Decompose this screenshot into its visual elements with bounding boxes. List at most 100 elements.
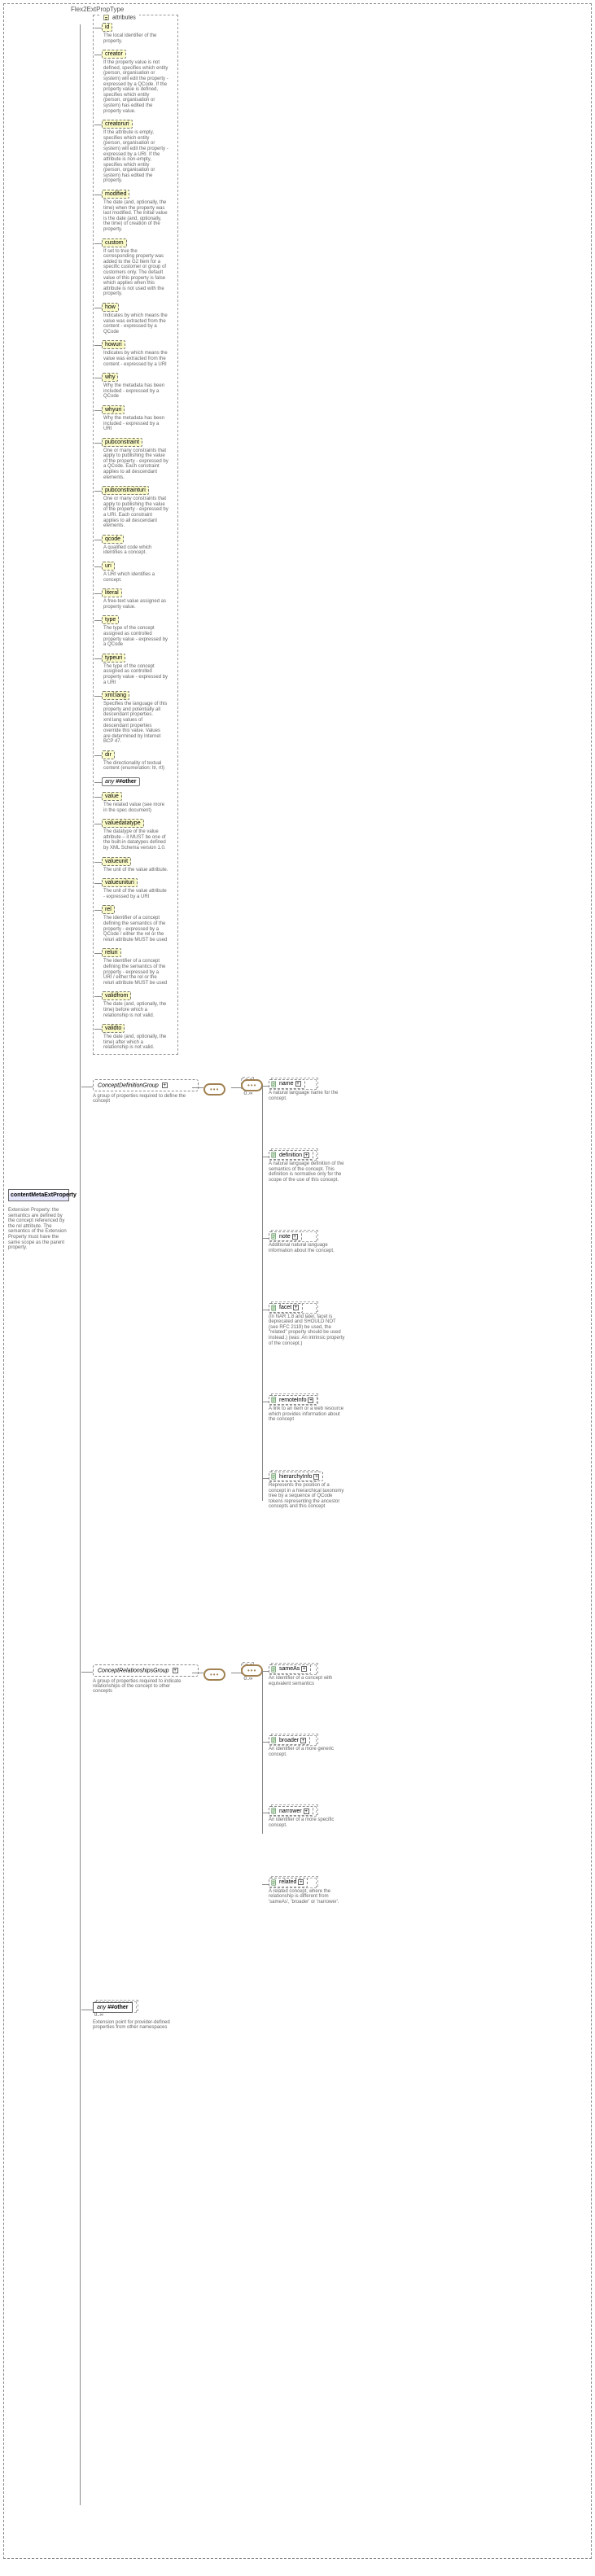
element-box[interactable]: broader+ [269,1735,310,1745]
attribute-box: reluri [102,948,121,957]
expand-icon[interactable]: + [308,1397,313,1403]
attribute-creator: creatorIf the property value is not defi… [102,50,176,114]
attribute-box: dir [102,750,115,759]
children-list: sameAs+An identifier of a concept with e… [269,1664,588,1953]
expand-icon[interactable]: + [300,1738,306,1743]
attribute-desc: Specifies the language of this property … [103,702,168,745]
attribute-box: rel [102,905,115,914]
group-desc: A group of properties required to define… [93,1094,190,1104]
type-frame: Flex2ExtPropType contentMetaExtProperty … [3,3,592,2559]
attribute-box: validto [102,1024,125,1033]
element-label: related [279,1879,296,1885]
element-box[interactable]: related+ [269,1878,308,1887]
expand-icon[interactable]: + [293,1305,299,1310]
element-box[interactable]: hierarchyInfo+ [269,1472,323,1481]
element-box[interactable]: remoteInfo+ [269,1395,317,1405]
element-hierarchyInfo: hierarchyInfo+ Represents the position of… [269,1472,588,1510]
element-facet: facet+(In NAR 1.8 and later, facet is de… [269,1303,588,1347]
attribute-typeuri: typeuriThe type of the concept assigned … [102,654,176,685]
element-icon [271,1666,278,1673]
attribute-desc: The identifier of a concept defining the… [103,916,168,942]
expand-icon[interactable]: + [304,1152,309,1158]
element-box[interactable]: note+ [269,1231,302,1241]
attribute-desc: The identifier of a concept defining the… [103,959,168,986]
element-label: name [279,1081,294,1087]
attribute-valueunit: valueunitThe unit of the value attribute… [102,857,176,873]
attribute-uri: uriA URI which identifies a concept. [102,562,176,583]
attribute-desc: The local identifier of the property. [103,33,168,44]
attribute-box: xml:lang [102,691,129,700]
attributes-header: attributes [100,15,139,20]
element-box[interactable]: narrower+ [269,1806,313,1816]
element-icon [271,1473,278,1480]
attribute-how: howIndicates by which means the value wa… [102,303,176,335]
element-box[interactable]: sameAs+ [269,1664,311,1674]
attribute-desc: One or many constraints that apply to pu… [103,448,168,481]
attribute-box: valuedatatype [102,819,144,828]
attribute-box: whyuri [102,405,125,414]
element-icon [271,1397,278,1403]
attributes-icon [103,15,109,20]
attribute-validto: validtoThe date (and, optionally, the ti… [102,1024,176,1051]
cardinality-label: 0..∞ [94,2013,170,2018]
attribute-box: literal [102,588,122,597]
expand-icon[interactable]: + [173,1668,178,1673]
element-box[interactable]: name+ [269,1079,305,1089]
element-desc: Represents the position of a concept in … [269,1483,346,1510]
attribute-desc: A free-text value assigned as property v… [103,599,168,610]
attribute-box: validfrom [102,991,131,1000]
attribute-box: typeuri [102,654,125,663]
expand-icon[interactable]: + [295,1081,301,1087]
cardinality-label: 0..∞ [238,1677,259,1682]
element-icon [271,1081,278,1087]
attribute-box: valueunit [102,857,131,866]
attribute-box: creatoruri [102,120,133,129]
attribute-desc: A qualified code which identifies a conc… [103,545,168,556]
attribute-desc: If the property value is not defined, sp… [103,60,168,114]
attribute-desc: If the attribute is empty, specifies whi… [103,130,168,184]
expand-icon[interactable]: + [298,1879,304,1885]
attribute-desc: The type of the concept assigned as cont… [103,664,168,685]
attribute-dir: dirThe directionality of textual content… [102,750,176,772]
element-label: broader [279,1738,299,1743]
group-concept-relationships: ConceptRelationshipsGroup + A group of p… [93,1664,588,1953]
attribute-rel: rel The identifier of a concept defining … [102,905,176,942]
attribute-box: howuri [102,340,125,349]
attribute-box: valueunituri [102,878,138,887]
element-label: narrower [279,1808,302,1814]
attribute-whyuri: whyuriWhy the metadata has been included… [102,405,176,432]
attribute-id: idThe local identifier of the property. [102,23,176,44]
element-label: definition [279,1152,302,1158]
expand-icon[interactable]: + [304,1808,309,1814]
element-box[interactable]: facet+ [269,1303,303,1313]
group-label: ConceptDefinitionGroup [98,1082,159,1088]
attribute-validfrom: validfromThe date (and, optionally, the … [102,991,176,1018]
attribute-desc: Why the metadata has been included - exp… [103,383,168,400]
element-label: facet [279,1305,291,1310]
element-desc: A related concept, where the relationshi… [269,1889,346,1905]
sequence-icon [203,1668,225,1681]
group-box[interactable]: ConceptRelationshipsGroup + [93,1664,199,1677]
attribute-box: qcode [102,535,124,544]
expand-icon[interactable]: + [162,1082,168,1088]
attribute-desc: The date (and, optionally, the time) whe… [103,200,168,233]
expand-icon[interactable]: + [313,1474,319,1480]
element-box[interactable]: definition+ [269,1150,313,1160]
element-desc: An identifier of a more generic concept. [269,1747,346,1757]
attribute-desc: One or many constraints that apply to pu… [103,496,168,529]
group-box[interactable]: ConceptDefinitionGroup + [93,1079,199,1091]
any-other-box: any ##other [93,2002,133,2013]
element-desc: A natural language definition of the sem… [269,1161,346,1183]
attribute-any---other: any ##other [102,777,176,786]
cardinality-label: 0..∞ [238,1091,259,1096]
group-desc: A group of properties required to indica… [93,1679,190,1694]
expand-icon[interactable]: + [301,1666,307,1672]
attribute-desc: The unit of the value attribute - expres… [103,889,168,899]
extension-point-row: any ##other 0..∞ Extension point for pro… [93,2002,588,2030]
expand-icon[interactable]: + [292,1234,298,1240]
attribute-valuedatatype: valuedatatypeThe datatype of the value a… [102,819,176,851]
element-label: note [279,1234,291,1240]
element-icon [271,1152,278,1158]
attribute-literal: literal A free-text value assigned as pro… [102,588,176,610]
attribute-desc: The related value (see more in the spec … [103,803,168,813]
